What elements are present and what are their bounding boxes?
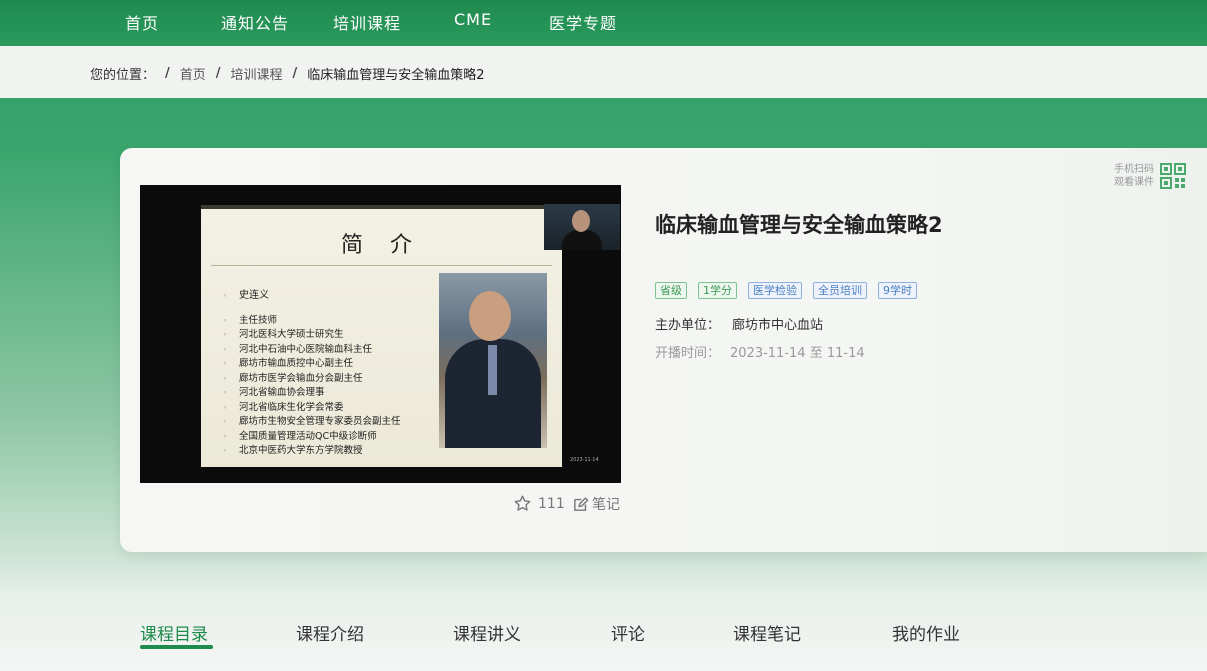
airtime-label: 开播时间：: [655, 346, 721, 361]
breadcrumb-courses[interactable]: 培训课程: [231, 64, 283, 83]
bullet-icon: ◦: [223, 432, 228, 441]
slide-bio-line: ◦ 河北省临床生化学会常委: [223, 401, 401, 416]
bullet-icon: ◦: [223, 316, 228, 325]
qr-code-icon: [1160, 163, 1186, 189]
tab-homework[interactable]: 我的作业: [892, 620, 960, 645]
speaker-camera-pip: [544, 204, 620, 250]
qr-text-line2: 观看课件: [1114, 177, 1154, 188]
bullet-icon: ◦: [223, 331, 228, 339]
organizer-label: 主办单位：: [655, 318, 721, 333]
course-title: 临床输血管理与安全输血策略2: [655, 213, 943, 237]
slide-bio-text: 全国质量管理活动QC中级诊断师: [239, 430, 377, 442]
nav-item-topics[interactable]: 医学专题: [549, 10, 617, 34]
slide-bio-line: ◦ 主任技师: [223, 314, 401, 329]
breadcrumb-separator: /: [292, 66, 298, 81]
pip-head: [572, 210, 590, 232]
bullet-icon: ◦: [223, 345, 228, 354]
breadcrumb-current: 临床输血管理与安全输血策略2: [307, 68, 485, 83]
slide-bio-text: 廊坊市医学会输血分会副主任: [239, 372, 363, 384]
tab-comments[interactable]: 评论: [611, 620, 645, 645]
top-nav: 首页 通知公告 培训课程 CME 医学专题: [0, 0, 1207, 46]
edit-icon: [574, 496, 589, 511]
slide-bio-line: ◦ 廊坊市输血质控中心副主任: [223, 357, 401, 372]
breadcrumb-separator: /: [165, 66, 170, 81]
bullet-icon: ◦: [223, 374, 228, 383]
tab-intro[interactable]: 课程介绍: [296, 620, 364, 645]
breadcrumb: 您的位置： / 首页 / 培训课程 / 临床输血管理与安全输血策略2: [90, 64, 485, 83]
slide-bio-line: ◦ 北京中医药大学东方学院教授: [223, 444, 401, 459]
slide-bio-name-row: ◦ 史连义: [223, 289, 401, 304]
nav-item-notices[interactable]: 通知公告: [221, 10, 289, 34]
bullet-icon: ◦: [223, 447, 228, 455]
qr-scan-block[interactable]: 手机扫码 观看课件: [1114, 163, 1186, 189]
organizer-value: 廊坊市中心血站: [732, 318, 824, 333]
lecture-slide: 简 介 ◦ 史连义 ◦ 主任技师 ◦ 河北医科大学硕士研究生 ◦ 河北中石油中心医院输…: [201, 205, 562, 467]
slide-bio-text: 河北医科大学硕士研究生: [239, 329, 344, 340]
speaker-photo-head: [469, 291, 511, 341]
speaker-photo: [439, 273, 547, 448]
slide-bio-line: ◦ 河北医科大学硕士研究生: [223, 328, 401, 343]
star-icon: [514, 495, 531, 511]
bullet-icon: ◦: [223, 403, 228, 412]
course-organizer: 主办单位： 廊坊市中心血站: [655, 314, 823, 333]
slide-bio-text: 廊坊市输血质控中心副主任: [239, 358, 354, 369]
tab-handout[interactable]: 课程讲义: [453, 620, 521, 645]
pip-body: [562, 230, 602, 250]
qr-text-line1: 手机扫码: [1114, 164, 1154, 175]
slide-title: 简 介: [341, 233, 422, 258]
breadcrumb-bar: 您的位置： / 首页 / 培训课程 / 临床输血管理与安全输血策略2: [0, 46, 1207, 98]
slide-bio-text: 北京中医药大学东方学院教授: [239, 445, 363, 456]
breadcrumb-prefix: 您的位置：: [90, 68, 156, 83]
tag-hours: 9学时: [878, 282, 917, 299]
active-tab-indicator: [140, 645, 213, 649]
slide-bio-line: ◦ 河北省输血协会理事: [223, 386, 401, 401]
slide-divider: [211, 265, 552, 266]
video-player[interactable]: 简 介 ◦ 史连义 ◦ 主任技师 ◦ 河北医科大学硕士研究生 ◦ 河北中石油中心医院输…: [140, 185, 621, 483]
bullet-icon: ◦: [223, 418, 228, 426]
course-airtime: 开播时间： 2023-11-14 至 11-14: [655, 342, 865, 361]
bullet-icon: ◦: [223, 292, 228, 300]
bullet-icon: ◦: [223, 360, 228, 368]
tag-audience: 全员培训: [813, 282, 867, 299]
slide-bio-text: 河北省输血协会理事: [239, 387, 325, 398]
nav-item-cme[interactable]: CME: [454, 10, 492, 29]
like-count: 111: [538, 495, 565, 512]
slide-bio-line: ◦ 廊坊市医学会输血分会副主任: [223, 372, 401, 387]
slide-bio-line: ◦ 廊坊市生物安全管理专家委员会副主任: [223, 415, 401, 430]
slide-bio-line: ◦ 河北中石油中心医院输血科主任: [223, 343, 401, 358]
slide-bio-text: 廊坊市生物安全管理专家委员会副主任: [239, 416, 401, 427]
airtime-value: 2023-11-14 至 11-14: [730, 346, 865, 361]
slide-bio-list: ◦ 史连义 ◦ 主任技师 ◦ 河北医科大学硕士研究生 ◦ 河北中石油中心医院输血科主任…: [223, 289, 401, 459]
like-button[interactable]: 111: [513, 494, 565, 513]
tag-category: 医学检验: [748, 282, 802, 299]
slide-bio-text: 主任技师: [239, 314, 278, 326]
slide-bio-text: 河北省临床生化学会常委: [239, 401, 344, 413]
nav-item-courses[interactable]: 培训课程: [333, 10, 401, 34]
course-tabbar: 课程目录 课程介绍 课程讲义 评论 课程笔记 我的作业: [0, 596, 1207, 671]
tag-level: 省级: [655, 282, 687, 299]
bullet-icon: ◦: [223, 389, 228, 397]
notes-button[interactable]: 笔记: [572, 494, 620, 514]
speaker-photo-tie: [488, 345, 497, 395]
video-timestamp: 2023·11·14: [570, 457, 599, 463]
qr-text: 手机扫码 观看课件: [1114, 163, 1154, 189]
slide-bio-line: ◦ 全国质量管理活动QC中级诊断师: [223, 430, 401, 445]
tab-catalog[interactable]: 课程目录: [140, 620, 208, 645]
tab-notes[interactable]: 课程笔记: [733, 620, 801, 645]
breadcrumb-home[interactable]: 首页: [180, 64, 206, 83]
slide-bio-text: 河北中石油中心医院输血科主任: [239, 343, 373, 355]
slide-bio-name: 史连义: [239, 290, 269, 301]
course-tags: 省级 1学分 医学检验 全员培训 9学时: [655, 282, 917, 299]
tag-credit: 1学分: [698, 282, 737, 299]
nav-item-home[interactable]: 首页: [125, 10, 159, 34]
notes-label: 笔记: [592, 497, 620, 513]
breadcrumb-separator: /: [215, 66, 221, 81]
